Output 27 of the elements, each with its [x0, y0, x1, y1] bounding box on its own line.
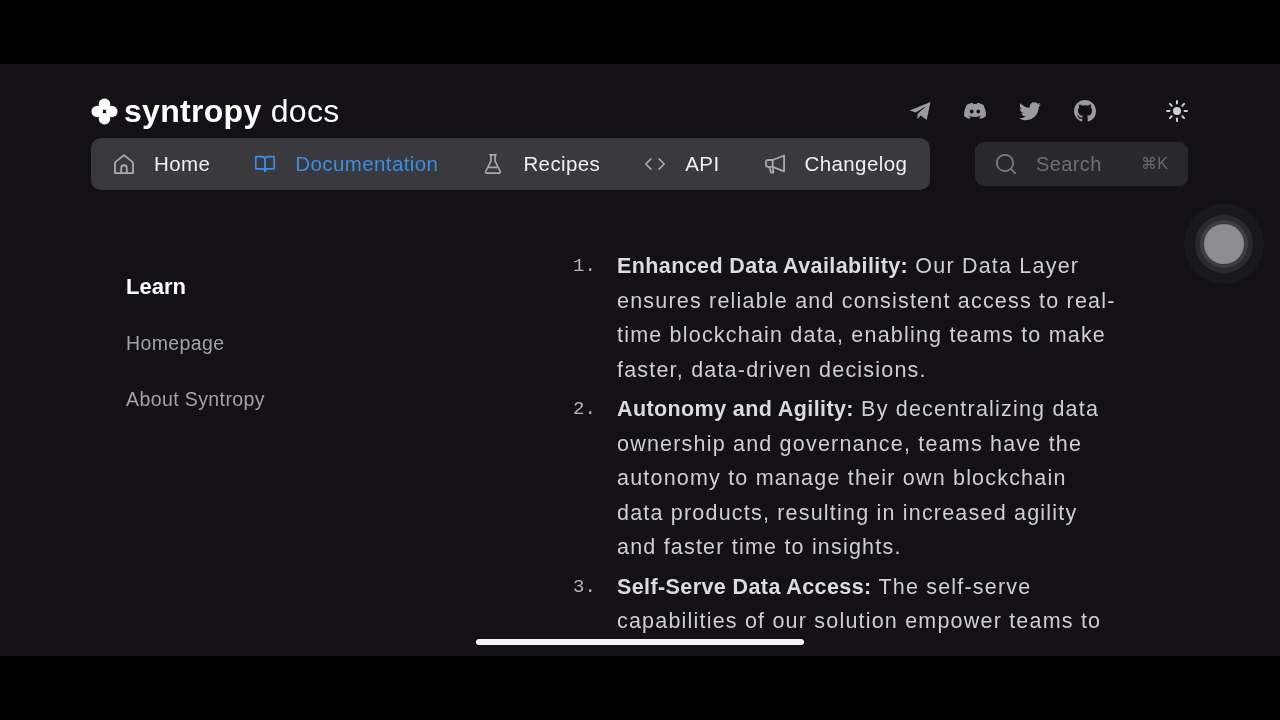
paper-plane-icon[interactable]: [909, 100, 931, 122]
nav-tab[interactable]: Changelog: [764, 152, 908, 176]
cat-silhouette-icon[interactable]: [1074, 100, 1096, 122]
nav-tab[interactable]: Home: [114, 152, 211, 176]
flask-icon: [483, 154, 504, 174]
open-book-icon: [255, 154, 276, 174]
feature-description: Autonomy and Agility: By decentralizing data ownership and governance, teams have the autonomy to manage their own blockchain data products, resulting in increased agility and faster time to insights.: [617, 396, 1101, 561]
list-number: 1.: [573, 254, 596, 279]
clover-logo-icon[interactable]: [91, 97, 118, 125]
shortcut-hint: ⌘K: [1141, 155, 1168, 173]
home-icon: [114, 154, 134, 174]
logo-text[interactable]: syntropy docs: [124, 92, 340, 130]
search-icon: [996, 154, 1016, 174]
controller-face-icon[interactable]: [964, 100, 986, 122]
sidebar-heading: Learn: [126, 273, 187, 301]
nav-tab[interactable]: Recipes: [483, 152, 601, 176]
list-number: 2.: [573, 397, 596, 422]
sidebar-link[interactable]: Homepage: [126, 329, 573, 357]
feature-description: Self-Serve Data Access: The self-serve capabilities of our solution empower teams to: [617, 573, 1103, 635]
nav-tab[interactable]: API: [645, 152, 720, 176]
list-number: 3.: [573, 574, 596, 600]
feature-description: Enhanced Data Availability: Our Data Layer ensures reliable and consistent access to real-time blockchain data, enabling teams to make faster, data-driven decisions.: [617, 253, 1117, 384]
bird-icon[interactable]: [1019, 100, 1041, 122]
floating-touch-button[interactable]: [1184, 204, 1264, 284]
sun-icon[interactable]: [1166, 100, 1188, 122]
sidebar-link[interactable]: About Syntropy: [126, 385, 573, 413]
megaphone-icon: [764, 154, 785, 174]
